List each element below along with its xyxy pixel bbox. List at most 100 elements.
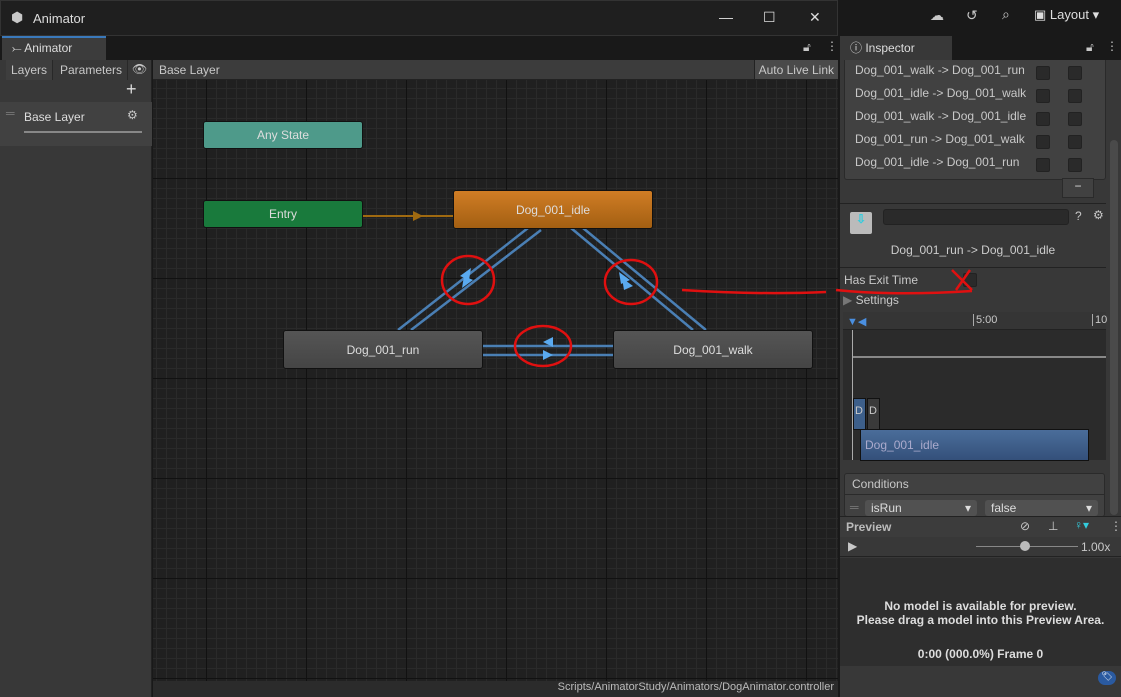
state-dog-001-walk[interactable]: Dog_001_walk [613, 330, 813, 369]
target-clip[interactable]: Dog_001_idle [860, 429, 1089, 461]
tick-label: 5:00 [973, 314, 997, 326]
settings-foldout[interactable]: ▶ Settings [843, 293, 899, 307]
timeline-ruler: 5:00 10 ▼◀ [843, 312, 1107, 330]
state-any-state[interactable]: Any State [203, 121, 363, 149]
entry-arrow [413, 211, 423, 221]
layout-icon: ▣ [1034, 7, 1050, 22]
asset-label-bar: 🏷︎ [840, 666, 1121, 697]
layer-name: Base Layer [24, 110, 85, 124]
transition-timeline[interactable]: 5:00 10 ▼◀ D D Dog_001_idle [843, 312, 1107, 461]
red-x-annotation [835, 269, 973, 295]
preview-more-icon[interactable]: ⋮ [1110, 519, 1121, 533]
info-icon: ⓘ [850, 41, 866, 55]
source-clip-2[interactable]: D [867, 398, 880, 430]
drag-handle-icon[interactable]: ═ [850, 500, 859, 514]
editor-toolbar: ☁ ↺ ⌕ ▣ Layout ▾ [838, 0, 1121, 36]
tab-layers[interactable]: Layers [6, 60, 54, 80]
layout-dropdown[interactable]: ▣ Layout ▾ [1034, 7, 1099, 23]
transition-row[interactable]: Dog_001_idle -> Dog_001_run [855, 155, 1045, 178]
unity-icon: ⬢ [11, 9, 24, 25]
tab-parameters[interactable]: Parameters [55, 60, 129, 80]
transitions-list: Dog_001_walk -> Dog_001_run Dog_001_idle… [844, 60, 1106, 180]
animator-icon: ⤚ [12, 41, 25, 55]
inspector-more-icon[interactable]: ⋮ [1106, 39, 1118, 53]
divider [840, 203, 1106, 204]
preview-message-2: Please drag a model into this Preview Ar… [856, 613, 1105, 627]
history-icon[interactable]: ↺ [966, 7, 978, 24]
remove-transition-button[interactable]: − [1062, 178, 1094, 198]
state-dog-001-run[interactable]: Dog_001_run [283, 330, 483, 369]
preview-area[interactable]: No model is available for preview. Pleas… [840, 558, 1121, 666]
tick-label: 10 [1092, 314, 1107, 326]
close-button[interactable]: ✕ [809, 9, 821, 26]
conditions-section: Conditions ═ isRun ▾ false ▾ [844, 473, 1105, 517]
tab-animator[interactable]: ⤚ Animator [2, 36, 106, 60]
tab-inspector[interactable]: ⓘ Inspector [840, 36, 952, 60]
search-icon[interactable]: ⌕ [1002, 6, 1010, 23]
add-layer-button[interactable]: + [126, 79, 137, 100]
eye-icon[interactable]: 👁︎ [132, 62, 147, 76]
solo-checkbox[interactable] [1036, 89, 1050, 103]
transition-row[interactable]: Dog_001_run -> Dog_001_walk [855, 132, 1045, 155]
avatar-icon[interactable]: ♀▾ [1074, 518, 1089, 532]
layer-item[interactable]: ═ Base Layer ⚙ [0, 102, 152, 146]
pivot-toggle-icon[interactable]: ⊘ [1020, 519, 1030, 533]
transition-lines [363, 211, 827, 368]
transition-icon: ⇩ [850, 212, 872, 234]
window-title: Animator [33, 11, 86, 26]
inspector-scrollbar[interactable] [1110, 140, 1118, 515]
mute-checkbox[interactable] [1068, 158, 1082, 172]
triangle-right-icon: ▶ [843, 293, 856, 307]
transition-marker-icon[interactable]: ▼◀ [847, 315, 866, 328]
solo-checkbox[interactable] [1036, 66, 1050, 80]
mute-checkbox[interactable] [1068, 66, 1082, 80]
speed-value: 1.00x [1081, 540, 1111, 554]
condition-parameter-dropdown[interactable]: isRun ▾ [865, 500, 977, 516]
tab-strip: ⤚ Animator 🔓︎ ⋮ ⓘ Inspector 🔓︎ ⋮ [0, 36, 1118, 60]
solo-checkbox[interactable] [1036, 135, 1050, 149]
transition-row[interactable]: Dog_001_idle -> Dog_001_walk [855, 86, 1045, 109]
playhead[interactable] [852, 330, 853, 460]
minimize-button[interactable]: — [719, 9, 733, 25]
maximize-button[interactable]: ☐ [763, 9, 776, 26]
play-button[interactable]: ▶ [848, 539, 857, 553]
transition-name-field[interactable] [883, 209, 1069, 225]
preview-message-1: No model is available for preview. [884, 599, 1077, 613]
lock-icon[interactable]: 🔓︎ [803, 40, 811, 55]
transition-row[interactable]: Dog_001_walk -> Dog_001_run [855, 63, 1045, 86]
solo-checkbox[interactable] [1036, 158, 1050, 172]
state-dog-001-idle[interactable]: Dog_001_idle [453, 190, 653, 229]
preview-controls: ▶ 1.00x [840, 537, 1121, 557]
drag-handle-icon[interactable]: ═ [6, 106, 15, 120]
solo-checkbox[interactable] [1036, 112, 1050, 126]
breadcrumb-bar: Base Layer Auto Live Link [153, 60, 838, 80]
preview-label: Preview [846, 520, 892, 534]
speed-slider-handle[interactable] [1020, 541, 1030, 551]
tag-icon[interactable]: 🏷︎ [1098, 671, 1116, 685]
mute-checkbox[interactable] [1068, 135, 1082, 149]
status-bar: Scripts/AnimatorStudy/Animators/DogAnima… [153, 681, 838, 697]
mute-checkbox[interactable] [1068, 89, 1082, 103]
transition-row[interactable]: Dog_001_walk -> Dog_001_idle [855, 109, 1045, 132]
more-menu-icon[interactable]: ⋮ [826, 39, 838, 53]
preview-header: Preview ⊘ ⊥ ♀▾ ⋮ [840, 516, 1121, 537]
gear-icon[interactable]: ⚙ [127, 108, 138, 122]
selected-transition-title: Dog_001_run -> Dog_001_idle [890, 243, 1056, 257]
frame-info: 0:00 (000.0%) Frame 0 [917, 647, 1044, 661]
state-machine-graph[interactable]: Any State Entry Dog_001_idle Dog_001_run… [153, 80, 838, 681]
breadcrumb[interactable]: Base Layer [159, 63, 220, 77]
window-titlebar: ⬢ Animator — ☐ ✕ [0, 0, 838, 36]
source-clip[interactable]: D [853, 398, 866, 430]
axis-icon[interactable]: ⊥ [1048, 519, 1058, 533]
conditions-label: Conditions [852, 477, 909, 491]
condition-value-dropdown[interactable]: false ▾ [985, 500, 1098, 516]
inspector-lock-icon[interactable]: 🔓︎ [1086, 40, 1094, 55]
auto-live-link-button[interactable]: Auto Live Link [753, 60, 838, 79]
weight-curve [852, 356, 1106, 358]
cloud-icon[interactable]: ☁ [930, 7, 944, 24]
help-icon[interactable]: ? [1075, 209, 1082, 223]
mute-checkbox[interactable] [1068, 112, 1082, 126]
settings-gear-icon[interactable]: ⚙ [1093, 208, 1104, 222]
state-entry[interactable]: Entry [203, 200, 363, 228]
layers-panel: Layers Parameters 👁︎ + ═ Base Layer ⚙ [0, 60, 152, 697]
